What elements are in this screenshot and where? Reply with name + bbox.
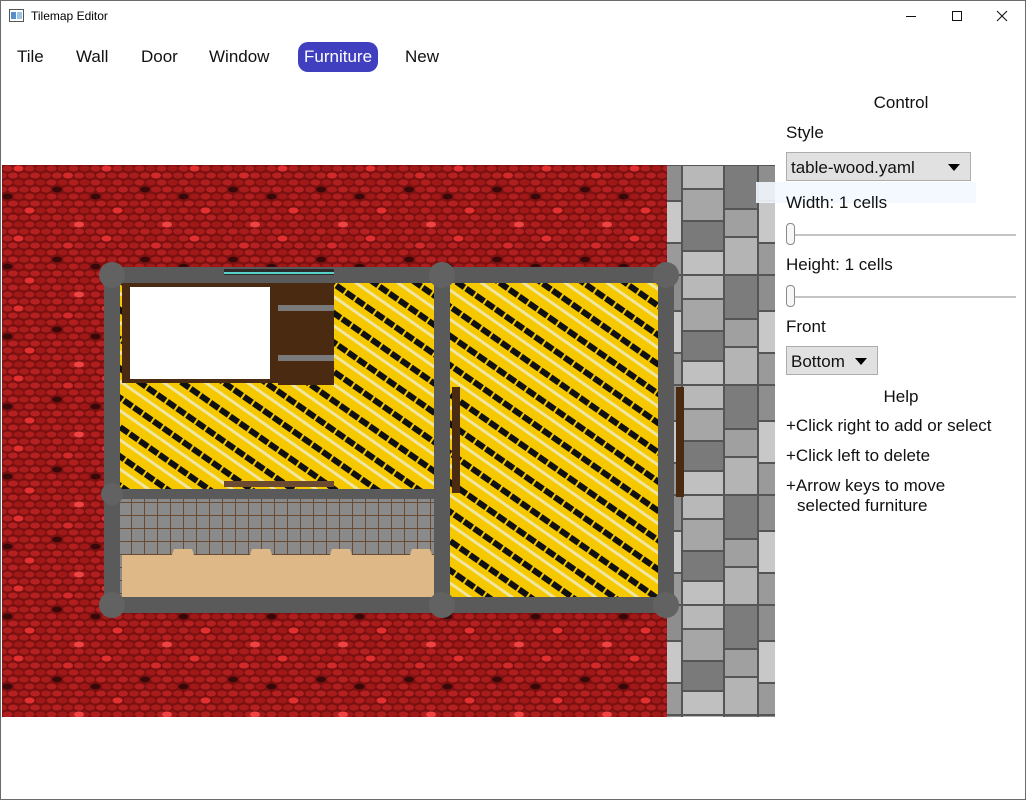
door-exterior[interactable]	[676, 387, 684, 497]
title-bar[interactable]: Tilemap Editor	[1, 1, 1025, 31]
close-button[interactable]	[979, 1, 1025, 31]
map-canvas[interactable]	[2, 165, 775, 717]
window-title: Tilemap Editor	[31, 9, 108, 23]
style-label: Style	[786, 123, 824, 142]
app-icon	[9, 9, 24, 22]
menu-tile[interactable]: Tile	[11, 42, 50, 72]
control-heading: Control	[873, 93, 929, 112]
menu-furniture[interactable]: Furniture	[298, 42, 379, 72]
maximize-button[interactable]	[934, 1, 980, 31]
furniture-strip[interactable]	[224, 481, 334, 487]
help-line: +Click right to add or select	[786, 416, 992, 435]
door-frame[interactable]	[452, 387, 460, 493]
help-line: selected furniture	[797, 496, 928, 515]
help-line: +Click left to delete	[786, 446, 931, 465]
help-line: +Arrow keys to move	[786, 476, 946, 495]
help-heading: Help	[883, 387, 919, 406]
slider-thumb[interactable]	[786, 285, 795, 307]
close-icon	[996, 10, 1008, 22]
wardrobe-shelf	[278, 305, 334, 311]
width-slider[interactable]	[786, 223, 1016, 247]
menu-window[interactable]: Window	[203, 42, 275, 72]
front-label: Front	[786, 317, 826, 336]
slider-track	[786, 234, 1016, 236]
slider-track	[786, 296, 1016, 298]
minimize-icon	[906, 16, 916, 17]
style-value: table-wood.yaml	[791, 158, 915, 177]
window-glass	[224, 272, 334, 274]
menu-door[interactable]: Door	[135, 42, 184, 72]
counter[interactable]	[122, 549, 440, 597]
wardrobe-shelf	[278, 355, 334, 361]
tilemap[interactable]	[2, 165, 775, 717]
menu-new[interactable]: New	[399, 42, 445, 72]
chevron-down-icon	[948, 164, 960, 171]
app-window: Tilemap Editor Tile Wall Door Window Fur…	[0, 0, 1026, 800]
height-slider[interactable]	[786, 285, 1016, 309]
slider-thumb[interactable]	[786, 223, 795, 245]
front-dropdown[interactable]: Bottom	[786, 346, 878, 375]
height-label: Height: 1 cells	[786, 255, 893, 274]
menu-wall[interactable]: Wall	[70, 42, 114, 72]
style-dropdown[interactable]: table-wood.yaml	[786, 152, 971, 181]
wardrobe[interactable]	[278, 283, 334, 385]
chevron-down-icon	[855, 358, 867, 365]
minimize-button[interactable]	[888, 1, 934, 31]
bed-sheet	[130, 287, 270, 379]
floor-right-room[interactable]	[442, 275, 664, 605]
width-label: Width: 1 cells	[786, 193, 888, 212]
front-value: Bottom	[791, 352, 845, 371]
maximize-icon	[952, 11, 962, 21]
